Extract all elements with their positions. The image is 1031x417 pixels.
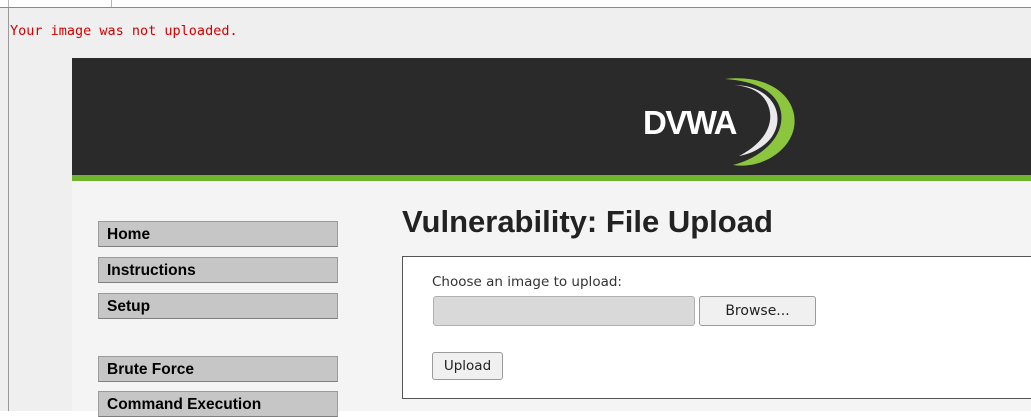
menu-item-home[interactable]: Home: [98, 221, 338, 247]
dvwa-logo: DVWA: [635, 76, 825, 168]
menu-item-brute-force[interactable]: Brute Force: [98, 356, 338, 382]
header-accent-stripe: [72, 175, 1031, 181]
upload-form: Choose an image to upload: Browse... Upl…: [402, 256, 1031, 399]
menu-item-instructions[interactable]: Instructions: [98, 257, 338, 283]
frame-left-border: [8, 8, 9, 411]
frame-top-border: [0, 0, 1031, 8]
upload-button[interactable]: Upload: [432, 352, 503, 380]
menu-item-command-execution[interactable]: Command Execution: [98, 391, 338, 417]
upload-error-message: Your image was not uploaded.: [10, 23, 238, 39]
page-title: Vulnerability: File Upload: [402, 204, 773, 239]
browse-button[interactable]: Browse...: [699, 296, 816, 326]
dvwa-page: DVWA Home Instructions Setup Brute Force…: [72, 58, 1031, 417]
browser-frame: Your image was not uploaded. DVWA Home I…: [0, 0, 1031, 417]
file-path-input[interactable]: [433, 296, 695, 326]
choose-image-label: Choose an image to upload:: [432, 274, 622, 290]
page-header: DVWA: [72, 58, 1031, 175]
menu-item-setup[interactable]: Setup: [98, 293, 338, 319]
logo-text: DVWA: [643, 104, 738, 141]
frame-tab-edge: [8, 0, 112, 7]
